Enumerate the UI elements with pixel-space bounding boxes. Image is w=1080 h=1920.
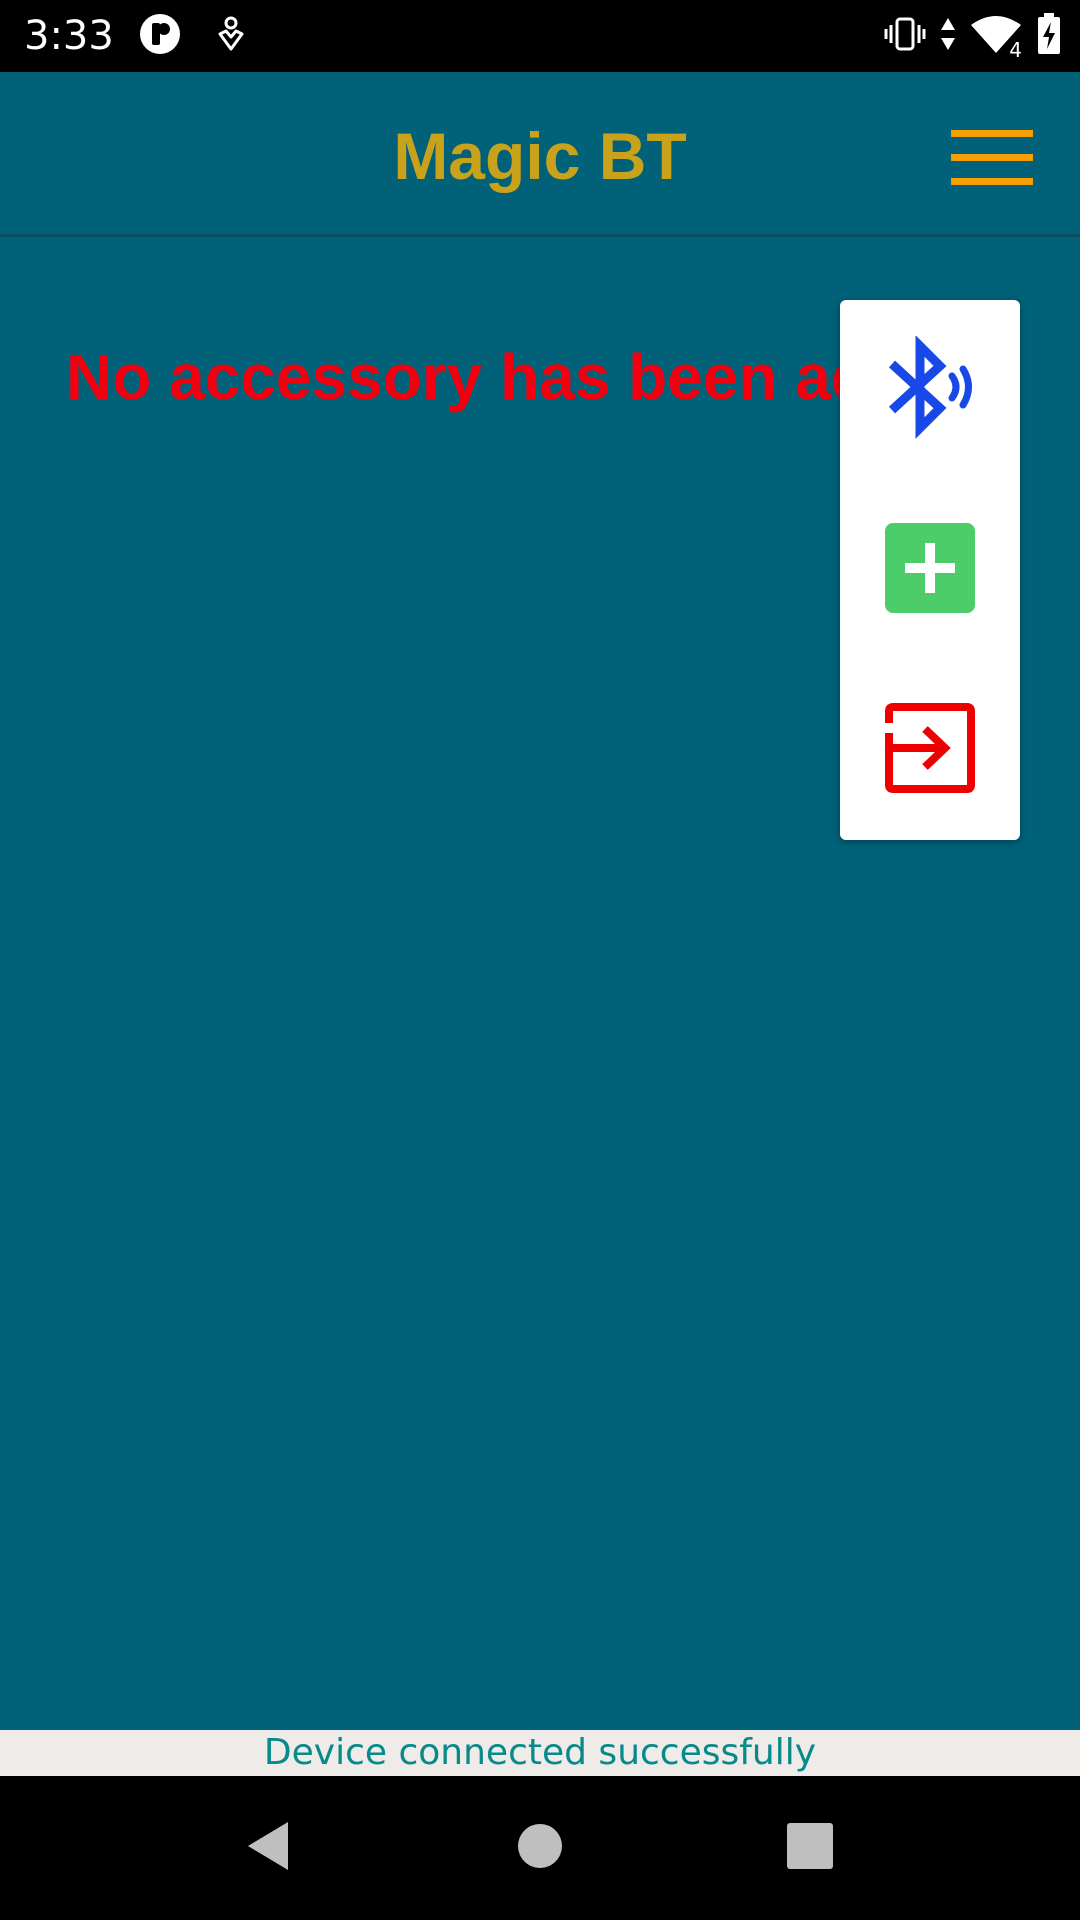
status-right-icons: 4 — [884, 12, 1062, 62]
location-shield-icon — [216, 16, 246, 57]
bluetooth-icon — [882, 334, 978, 445]
recents-icon — [787, 1822, 833, 1874]
app-title: Magic BT — [393, 119, 687, 193]
add-icon — [885, 522, 975, 618]
popup-menu — [840, 300, 1020, 840]
home-button[interactable] — [490, 1798, 590, 1898]
exit-button[interactable] — [840, 660, 1020, 840]
menu-button[interactable] — [944, 124, 1040, 196]
exit-icon — [885, 702, 975, 798]
recents-button[interactable] — [760, 1798, 860, 1898]
status-left-icons — [138, 12, 246, 61]
hamburger-menu-icon — [951, 129, 1033, 191]
status-time: 3:33 — [24, 13, 114, 59]
status-bar: 3:33 4 — [0, 0, 1080, 72]
app-notification-icon — [138, 12, 182, 61]
app-bar: Magic BT — [0, 72, 1080, 237]
toast-message: Device connected successfully — [0, 1730, 1080, 1776]
bluetooth-button[interactable] — [840, 300, 1020, 480]
wifi-icon: 4 — [970, 14, 1022, 62]
battery-charging-icon — [1036, 12, 1062, 61]
wifi-badge: 4 — [1009, 37, 1022, 62]
back-button[interactable] — [218, 1798, 318, 1898]
vibrate-icon — [884, 16, 926, 57]
navigation-bar — [0, 1776, 1080, 1920]
data-arrows-icon — [940, 16, 956, 57]
back-icon — [244, 1820, 292, 1877]
add-accessory-button[interactable] — [840, 480, 1020, 660]
home-icon — [517, 1823, 563, 1874]
